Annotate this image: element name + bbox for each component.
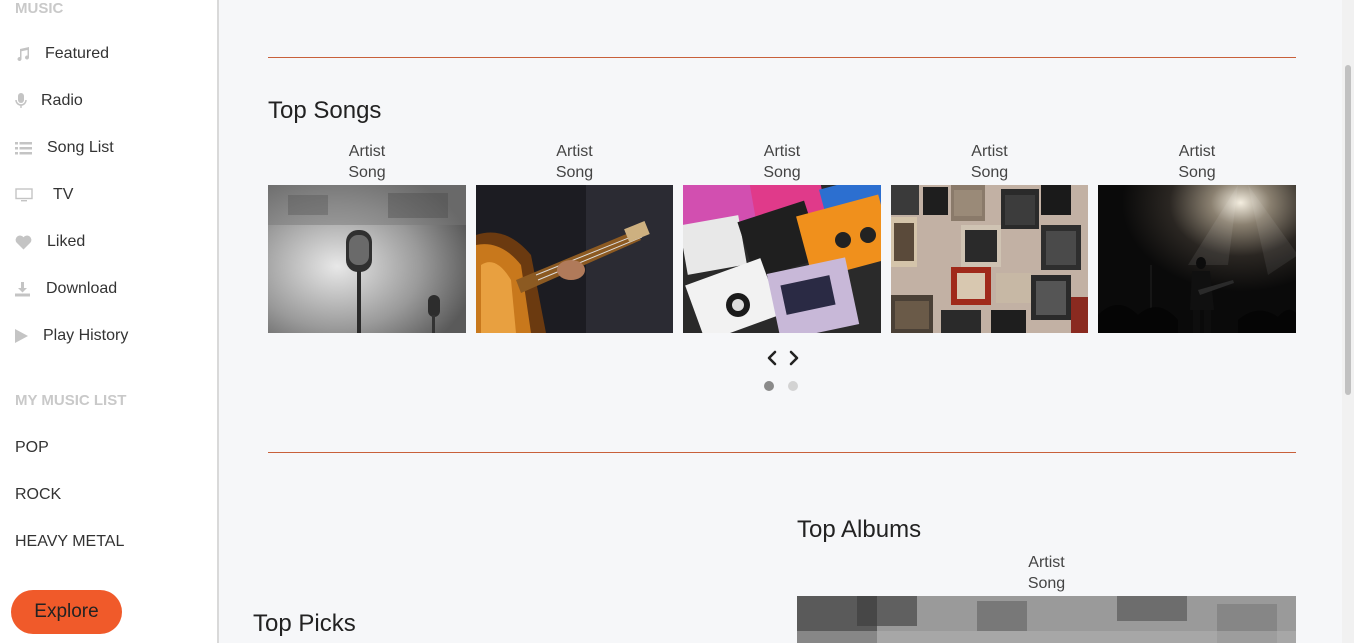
sidebar-item-label: Featured — [45, 45, 110, 62]
my-music-list-title: MY MUSIC LIST — [15, 392, 127, 409]
carousel-controls — [764, 348, 802, 368]
sidebar-item-label: TV — [53, 186, 74, 203]
sidebar-item-label: Liked — [47, 233, 86, 250]
song-card-image — [683, 185, 881, 333]
song-card-image — [476, 185, 673, 333]
album-card-artist: Artist — [1028, 554, 1065, 571]
heart-icon — [15, 235, 47, 250]
song-card-image — [891, 185, 1088, 333]
divider — [268, 57, 1296, 58]
sidebar-list-rock[interactable]: ROCK — [15, 486, 61, 504]
music-note-icon — [15, 46, 45, 62]
monitor-icon — [15, 188, 53, 202]
chevron-left-icon[interactable] — [764, 348, 780, 368]
song-card-artist: Artist — [1178, 143, 1216, 160]
song-card[interactable]: Artist Song — [1098, 141, 1296, 333]
song-card-title: Song — [1178, 164, 1216, 181]
download-icon — [15, 281, 46, 297]
sidebar-item-label: Play History — [43, 327, 129, 344]
song-card[interactable]: Artist Song — [268, 141, 466, 333]
top-picks-title: Top Picks — [253, 610, 356, 637]
carousel-pagination — [764, 381, 798, 391]
sidebar-item-play-history[interactable]: Play History — [15, 324, 128, 348]
song-card-title: Song — [555, 164, 594, 181]
sidebar-item-label: Download — [46, 280, 118, 297]
microphone-icon — [15, 93, 41, 109]
sidebar-item-song-list[interactable]: Song List — [15, 136, 114, 160]
pagination-dot-1[interactable] — [764, 381, 774, 391]
top-albums-title: Top Albums — [797, 516, 922, 543]
music-section-title: MUSIC — [15, 0, 64, 17]
pagination-dot-2[interactable] — [788, 381, 798, 391]
sidebar-item-label: Radio — [41, 92, 83, 109]
sidebar-item-download[interactable]: Download — [15, 277, 117, 301]
song-card-image — [268, 185, 466, 333]
explore-button[interactable]: Explore — [11, 590, 122, 634]
song-card-artist: Artist — [348, 143, 386, 160]
sidebar-item-radio[interactable]: Radio — [15, 89, 83, 113]
sidebar: MUSIC Featured Radio Song List TV Liked — [0, 0, 219, 643]
sidebar-item-label: Song List — [47, 139, 114, 156]
page-scrollbar[interactable] — [1342, 0, 1354, 643]
sidebar-item-liked[interactable]: Liked — [15, 230, 85, 254]
sidebar-item-featured[interactable]: Featured — [15, 42, 109, 66]
chevron-right-icon[interactable] — [786, 348, 802, 368]
song-card-image — [1098, 185, 1296, 333]
song-card-title: Song — [763, 164, 801, 181]
album-card-image — [797, 596, 1296, 643]
divider — [268, 452, 1296, 453]
song-card-artist: Artist — [763, 143, 801, 160]
song-card[interactable]: Artist Song — [683, 141, 881, 333]
scrollbar-thumb[interactable] — [1345, 65, 1351, 395]
album-card[interactable]: Artist Song — [797, 552, 1296, 643]
sidebar-list-pop[interactable]: POP — [15, 439, 49, 457]
play-icon — [15, 329, 43, 343]
album-card-title: Song — [1027, 575, 1066, 592]
song-card-title: Song — [348, 164, 386, 181]
song-card[interactable]: Artist Song — [891, 141, 1088, 333]
top-songs-title: Top Songs — [268, 97, 382, 124]
sidebar-item-tv[interactable]: TV — [15, 183, 73, 207]
song-card-title: Song — [970, 164, 1009, 181]
song-card-artist: Artist — [556, 143, 593, 160]
list-icon — [15, 141, 47, 155]
song-card[interactable]: Artist Song — [476, 141, 673, 333]
sidebar-list-heavy-metal[interactable]: HEAVY METAL — [15, 533, 124, 551]
song-card-artist: Artist — [971, 143, 1008, 160]
